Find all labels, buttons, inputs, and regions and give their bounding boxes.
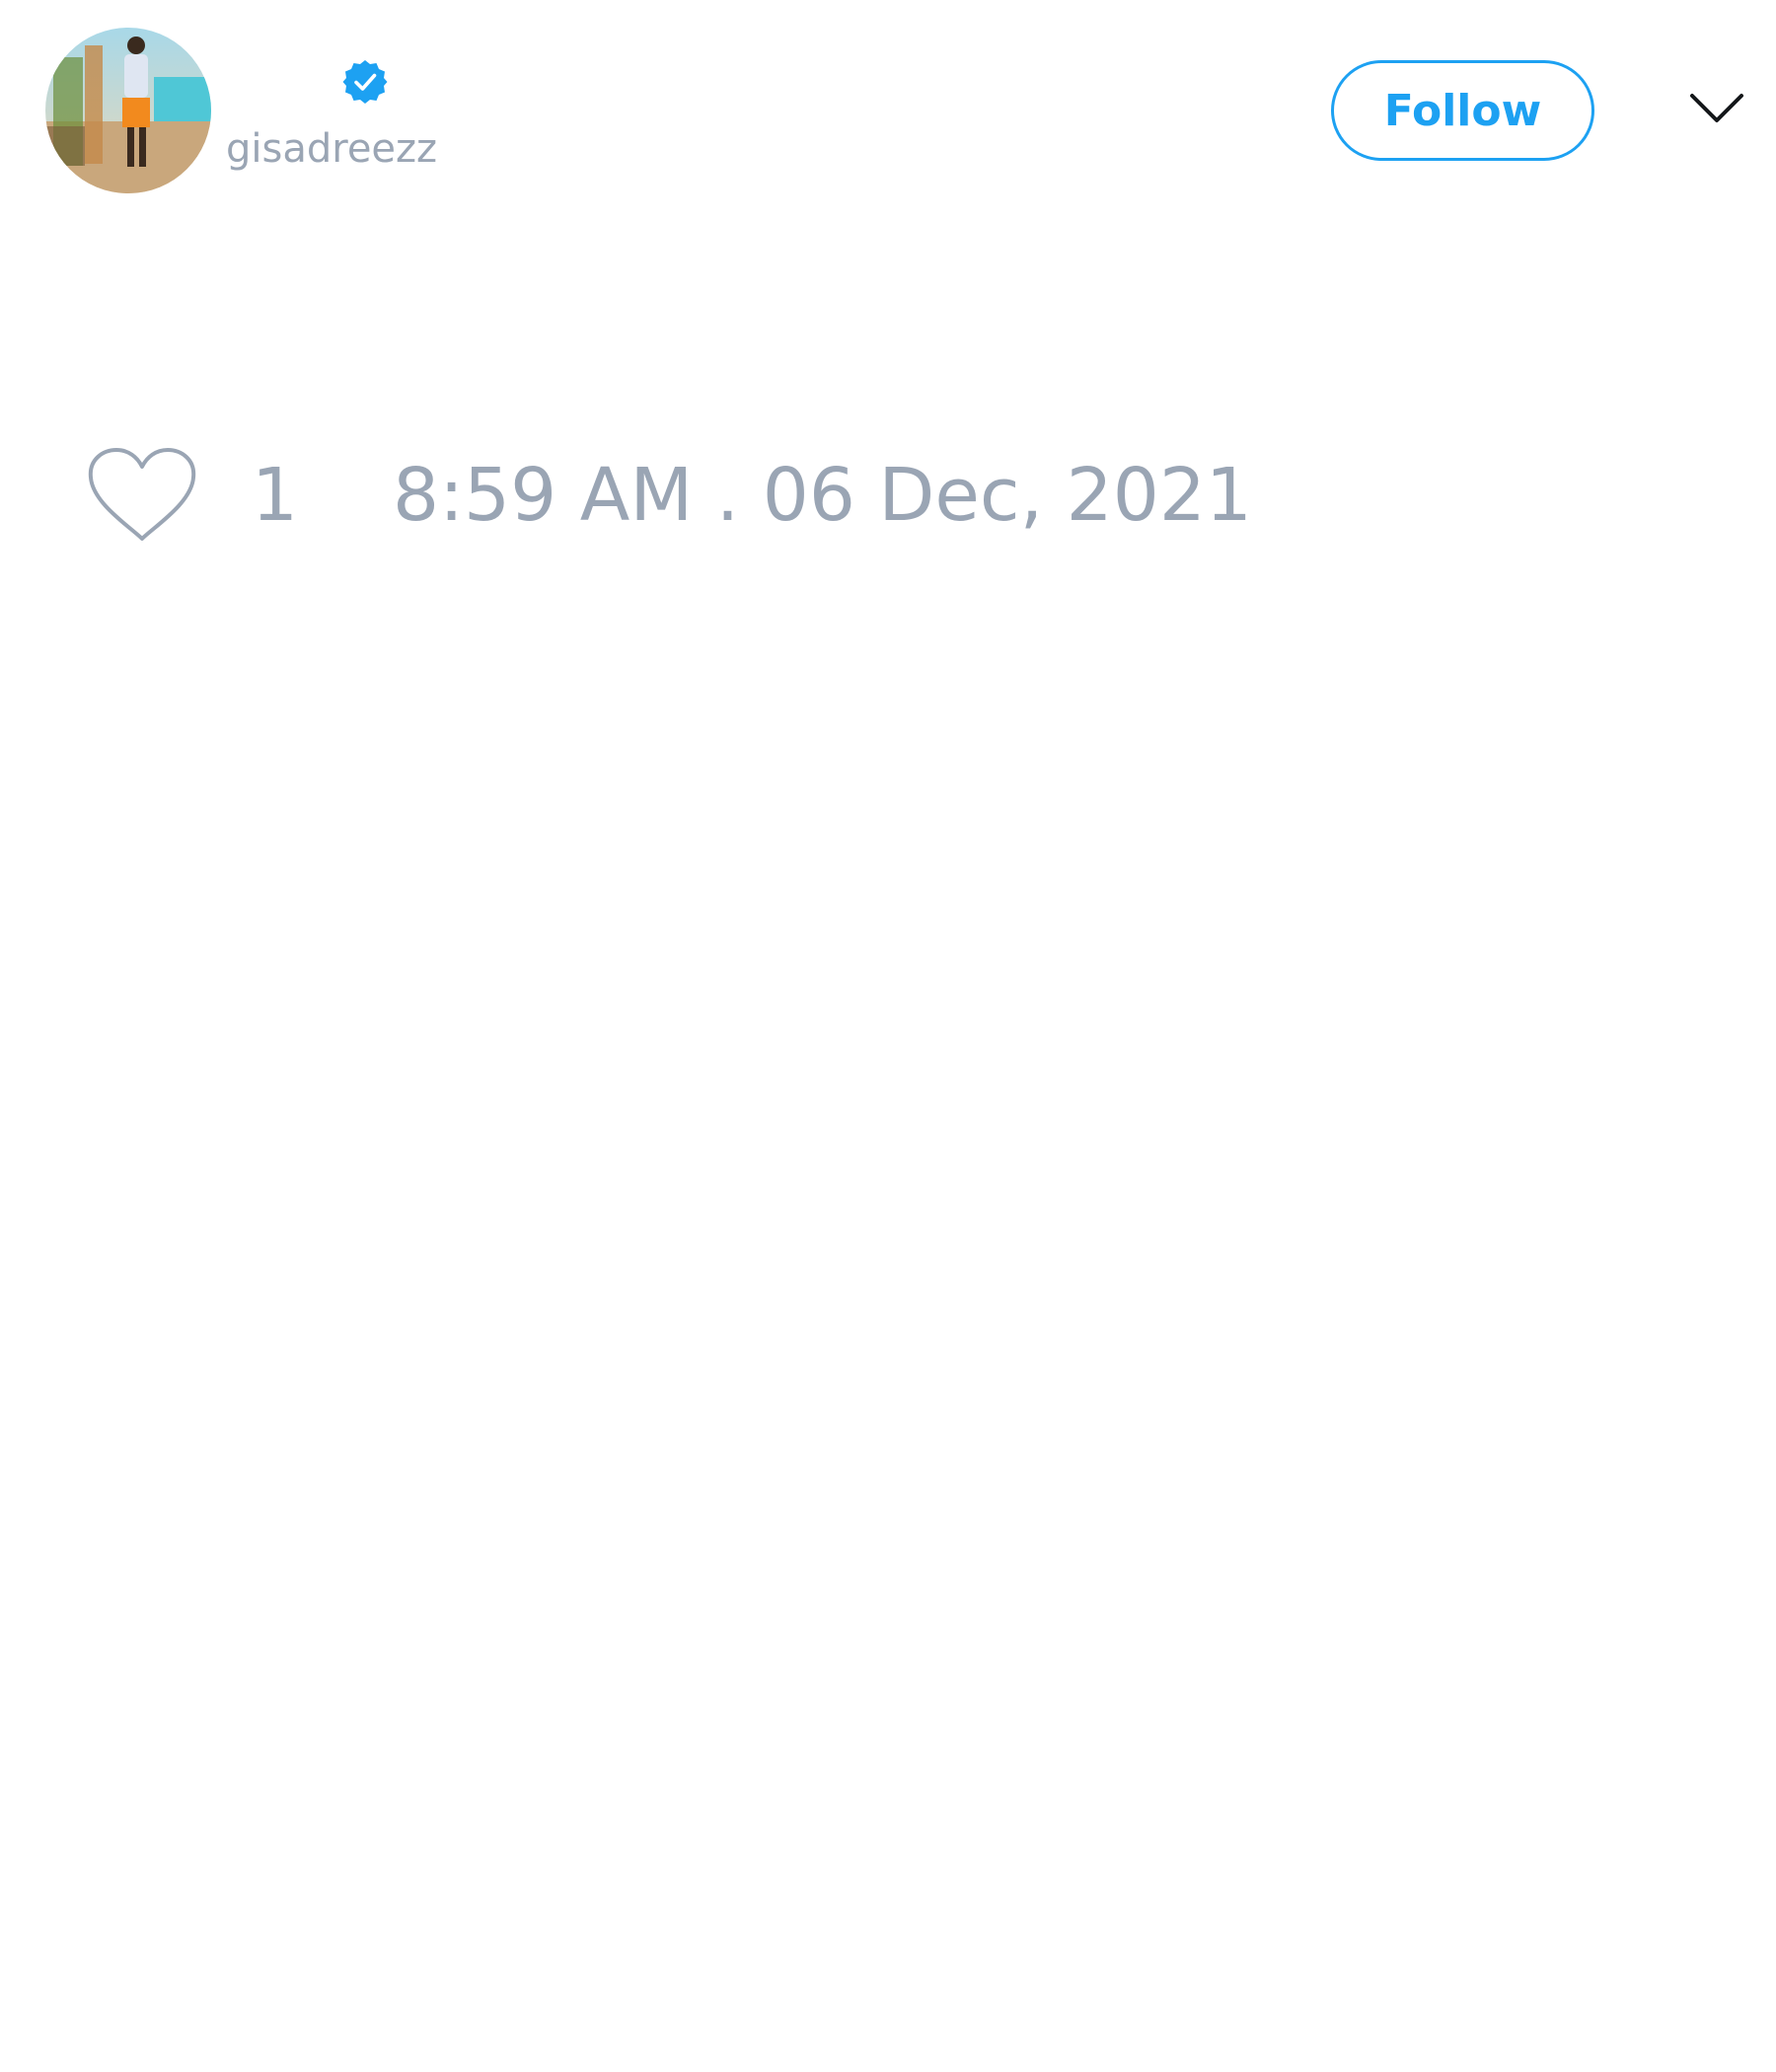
heart-outline-icon bbox=[88, 448, 196, 541]
author-name-row bbox=[227, 57, 389, 107]
follow-button[interactable]: Follow bbox=[1331, 60, 1594, 161]
more-options-button[interactable] bbox=[1689, 91, 1744, 130]
author-handle[interactable]: gisadreezz bbox=[226, 125, 437, 173]
chevron-down-icon bbox=[1690, 94, 1743, 122]
verified-badge-icon bbox=[342, 60, 388, 104]
tweet-timestamp[interactable]: 8:59 AM . 06 Dec, 2021 bbox=[393, 454, 1252, 537]
avatar[interactable] bbox=[45, 28, 211, 193]
avatar-image bbox=[45, 28, 211, 193]
like-count: 1 bbox=[252, 453, 299, 538]
like-button[interactable] bbox=[87, 446, 197, 545]
